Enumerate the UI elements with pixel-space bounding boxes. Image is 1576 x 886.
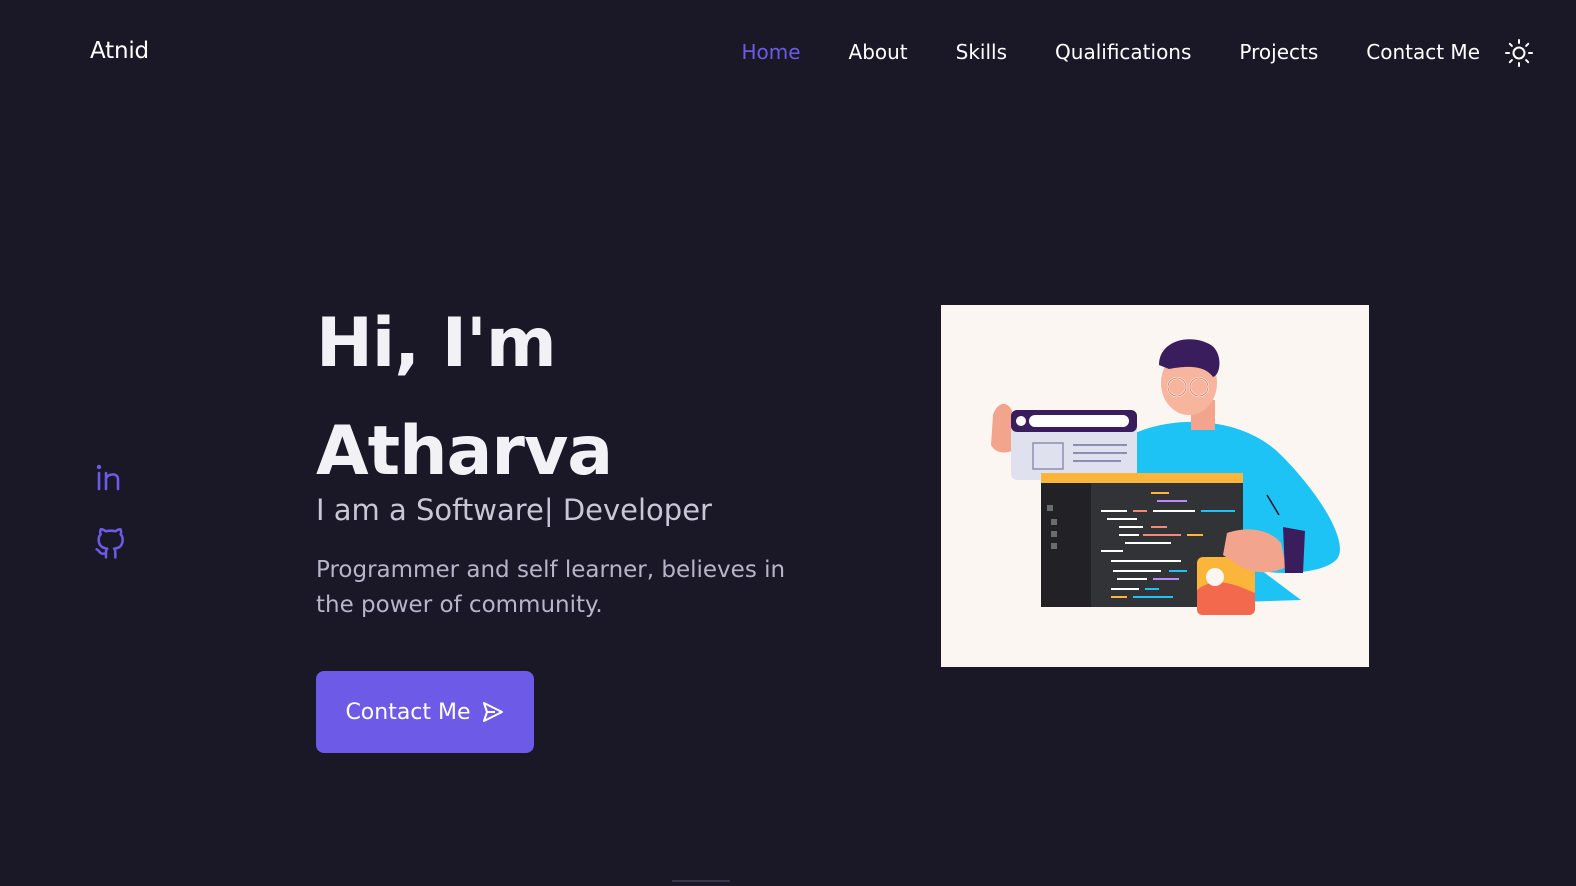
hero-illustration bbox=[941, 305, 1369, 667]
nav-skills[interactable]: Skills bbox=[956, 40, 1007, 64]
nav-qualifications[interactable]: Qualifications bbox=[1055, 40, 1191, 64]
hero-title-line1: Hi, I'm bbox=[316, 304, 557, 383]
scroll-indicator bbox=[672, 880, 730, 882]
social-links bbox=[94, 462, 126, 560]
contact-me-label: Contact Me bbox=[345, 699, 471, 725]
linkedin-icon[interactable] bbox=[94, 462, 126, 494]
logo[interactable]: Atnid bbox=[90, 38, 149, 64]
nav-projects[interactable]: Projects bbox=[1239, 40, 1318, 64]
page: Atnid Home About Skills Qualifications P… bbox=[0, 0, 1576, 886]
main-nav: Home About Skills Qualifications Project… bbox=[741, 40, 1480, 64]
nav-home[interactable]: Home bbox=[741, 40, 800, 64]
hero-title-name: Atharva bbox=[316, 412, 613, 491]
nav-about[interactable]: About bbox=[849, 40, 908, 64]
github-icon[interactable] bbox=[94, 528, 126, 560]
hero-subtitle: I am a Software| Developer bbox=[316, 493, 712, 527]
nav-contact[interactable]: Contact Me bbox=[1366, 40, 1480, 64]
hero-title: Hi, I'm Atharva bbox=[316, 290, 613, 506]
contact-me-button[interactable]: Contact Me bbox=[316, 671, 534, 753]
hero-description: Programmer and self learner, believes in… bbox=[316, 557, 786, 618]
sun-icon[interactable] bbox=[1504, 38, 1534, 68]
send-icon bbox=[482, 702, 503, 722]
